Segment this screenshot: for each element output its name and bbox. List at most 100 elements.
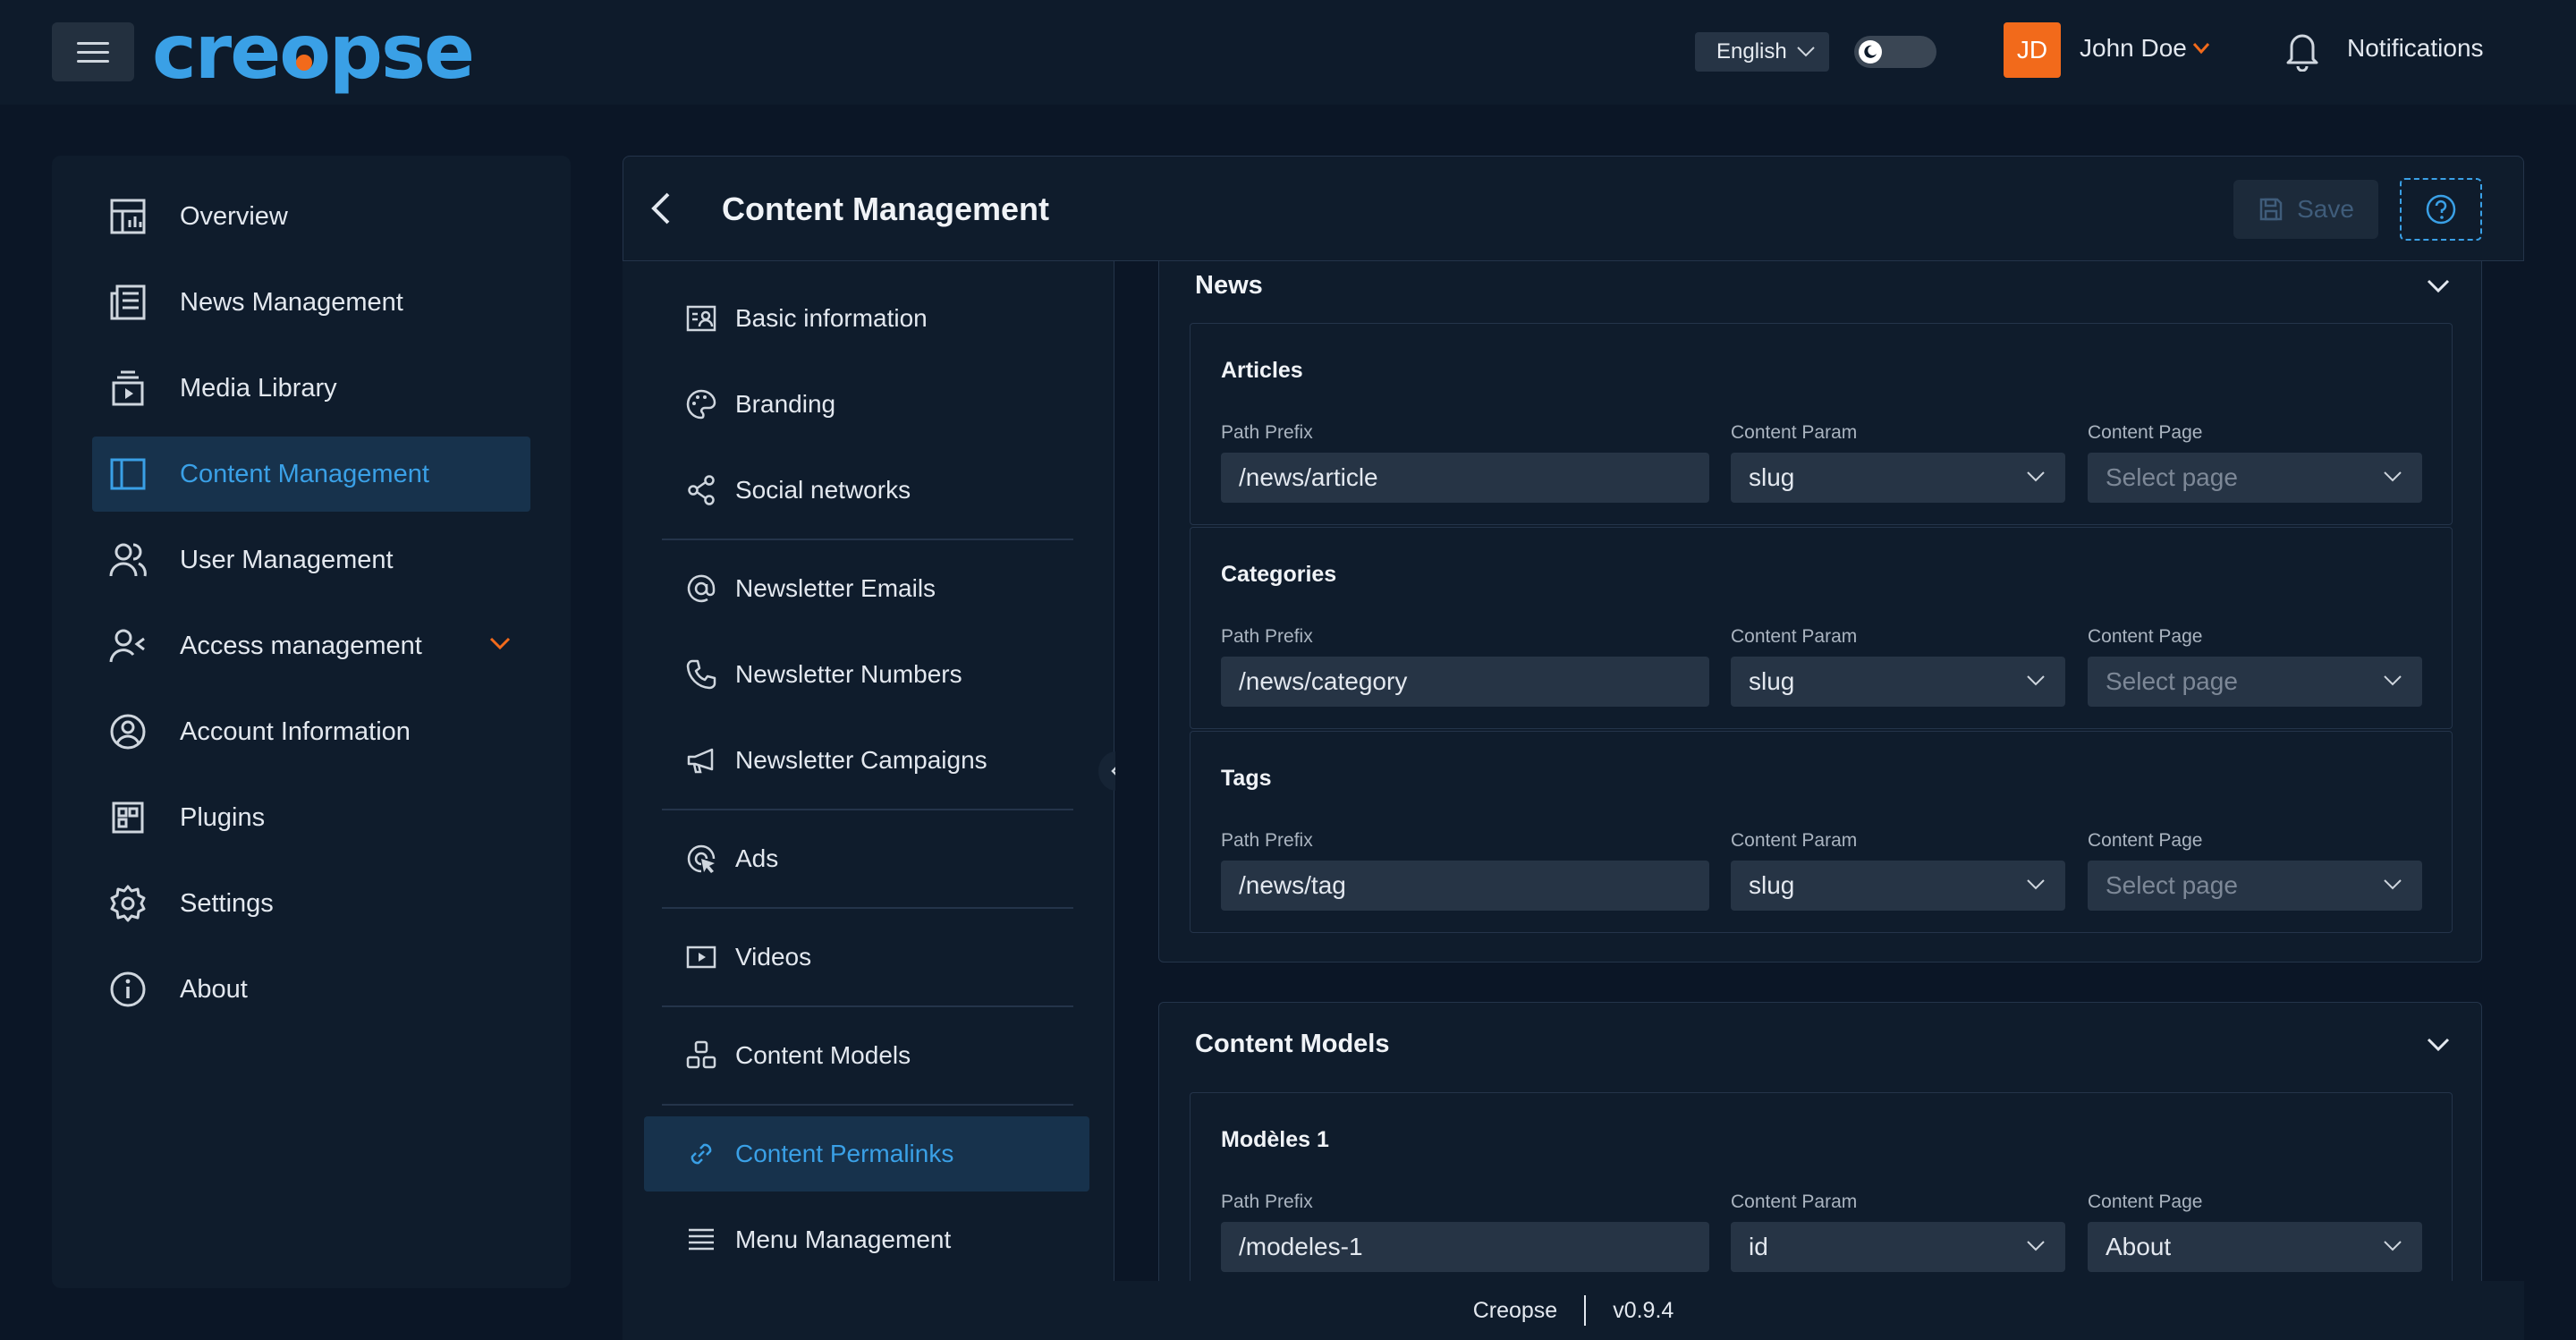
palette-icon [683, 386, 719, 422]
video-icon [683, 939, 719, 975]
sidebar-item-user-management[interactable]: User Management [92, 522, 530, 598]
chevron-down-icon[interactable] [2426, 278, 2451, 294]
content-param-label: Content Param [1731, 626, 1858, 647]
hamburger-menu-button[interactable] [52, 22, 134, 81]
subnav-divider [662, 907, 1073, 909]
sidebar: Overview News Management Media Library C… [52, 156, 571, 1288]
path-prefix-input[interactable]: /news/tag [1221, 861, 1709, 911]
avatar[interactable]: JD [2004, 22, 2061, 78]
sidebar-item-about[interactable]: About [92, 952, 530, 1027]
sidebar-item-settings[interactable]: Settings [92, 866, 530, 941]
content-param-select[interactable]: slug [1731, 657, 2065, 707]
content-param-select[interactable]: id [1731, 1222, 2065, 1272]
language-value: English [1716, 39, 1787, 64]
subnav-item-label: Content Permalinks [735, 1140, 954, 1167]
card-title: Articles [1221, 358, 1303, 383]
bell-icon[interactable] [2281, 27, 2324, 72]
section-title: News [1195, 271, 1263, 300]
card-title: Categories [1221, 562, 1337, 587]
subnav-divider [662, 809, 1073, 810]
permalinks-content: News Articles Path Prefix Content Param … [1115, 261, 2524, 1281]
ads-icon [683, 841, 719, 877]
content-param-select[interactable]: slug [1731, 861, 2065, 911]
save-button[interactable]: Save [2233, 180, 2378, 239]
content-param-label: Content Param [1731, 830, 1858, 851]
top-bar: creopse English JD John Doe Notification… [0, 0, 2576, 105]
subnav-item-label: Content Models [735, 1041, 911, 1069]
content-page-select[interactable]: Select page [2088, 453, 2422, 503]
sidebar-item-account-information[interactable]: Account Information [92, 694, 530, 769]
chevron-down-icon[interactable] [2426, 1037, 2451, 1053]
username: John Doe [2080, 34, 2187, 62]
content-page-select[interactable]: Select page [2088, 657, 2422, 707]
dashboard-icon [105, 193, 151, 240]
help-icon [2426, 194, 2456, 225]
save-icon [2259, 198, 2283, 221]
content-param-select[interactable]: slug [1731, 453, 2065, 503]
help-button[interactable] [2400, 178, 2482, 241]
theme-toggle[interactable] [1854, 36, 1936, 68]
select-value: slug [1749, 871, 1795, 899]
share-icon [683, 472, 719, 508]
content-page-label: Content Page [2088, 830, 2203, 851]
select-value: About [2106, 1233, 2172, 1260]
info-icon [105, 966, 151, 1013]
select-placeholder: Select page [2106, 667, 2238, 695]
content-page-select[interactable]: About [2088, 1222, 2422, 1272]
sidebar-item-label: Plugins [180, 802, 266, 832]
chevron-down-icon [2027, 675, 2045, 686]
subnav-item-branding[interactable]: Branding [644, 367, 1089, 442]
sidebar-item-plugins[interactable]: Plugins [92, 780, 530, 855]
phone-icon [683, 657, 719, 692]
sidebar-item-overview[interactable]: Overview [92, 179, 530, 254]
footer: Creopse v0.9.4 [623, 1281, 2524, 1340]
panel-header: Content Management Save [623, 156, 2524, 261]
content-page-select[interactable]: Select page [2088, 861, 2422, 911]
plugins-icon [105, 794, 151, 841]
path-prefix-label: Path Prefix [1221, 830, 1313, 851]
language-select[interactable]: English [1695, 32, 1829, 72]
path-prefix-input[interactable]: /modeles-1 [1221, 1222, 1709, 1272]
subnav-item-label: Ads [735, 844, 779, 872]
subnav-divider [662, 1104, 1073, 1106]
news-section: News Articles Path Prefix Content Param … [1158, 261, 2482, 963]
select-placeholder: Select page [2106, 871, 2238, 899]
permalink-card-articles: Articles Path Prefix Content Param Conte… [1190, 323, 2453, 525]
subnav-item-menu-management[interactable]: Menu Management [644, 1202, 1089, 1277]
permalink-card-tags: Tags Path Prefix Content Param Content P… [1190, 731, 2453, 933]
back-arrow-icon[interactable] [648, 191, 674, 226]
sidebar-item-news-management[interactable]: News Management [92, 265, 530, 340]
select-value: slug [1749, 667, 1795, 695]
path-prefix-label: Path Prefix [1221, 626, 1313, 647]
subnav-item-newsletter-numbers[interactable]: Newsletter Numbers [644, 637, 1089, 712]
content-models-section: Content Models Modèles 1 Path Prefix Con… [1158, 1002, 2482, 1281]
subnav-item-newsletter-campaigns[interactable]: Newsletter Campaigns [644, 723, 1089, 798]
subnav-item-label: Videos [735, 943, 812, 971]
chevron-down-icon [489, 637, 511, 650]
sidebar-item-label: Access management [180, 631, 422, 660]
user-menu-button[interactable]: John Doe [2080, 34, 2210, 63]
newspaper-icon [105, 279, 151, 326]
creopse-logo[interactable]: creopse [152, 7, 475, 97]
select-placeholder: Select page [2106, 463, 2238, 491]
notifications-label[interactable]: Notifications [2347, 34, 2484, 63]
sidebar-item-label: User Management [180, 545, 394, 574]
path-prefix-input[interactable]: /news/category [1221, 657, 1709, 707]
path-prefix-input[interactable]: /news/article [1221, 453, 1709, 503]
subnav-item-social-networks[interactable]: Social networks [644, 453, 1089, 528]
subnav-item-basic-information[interactable]: Basic information [644, 281, 1089, 356]
card-title: Modèles 1 [1221, 1127, 1329, 1152]
sidebar-item-content-management[interactable]: Content Management [92, 437, 530, 512]
user-access-icon [105, 623, 151, 669]
subnav-item-ads[interactable]: Ads [644, 821, 1089, 896]
subnav-item-content-models[interactable]: Content Models [644, 1018, 1089, 1093]
chevron-down-icon [2027, 1241, 2045, 1251]
chevron-down-icon [2027, 879, 2045, 890]
subnav-item-newsletter-emails[interactable]: Newsletter Emails [644, 551, 1089, 626]
subnav-item-content-permalinks[interactable]: Content Permalinks [644, 1116, 1089, 1192]
subnav-item-videos[interactable]: Videos [644, 920, 1089, 995]
at-icon [683, 571, 719, 606]
sidebar-item-access-management[interactable]: Access management [92, 608, 530, 683]
subnav-item-label: Branding [735, 390, 836, 418]
sidebar-item-media-library[interactable]: Media Library [92, 351, 530, 426]
